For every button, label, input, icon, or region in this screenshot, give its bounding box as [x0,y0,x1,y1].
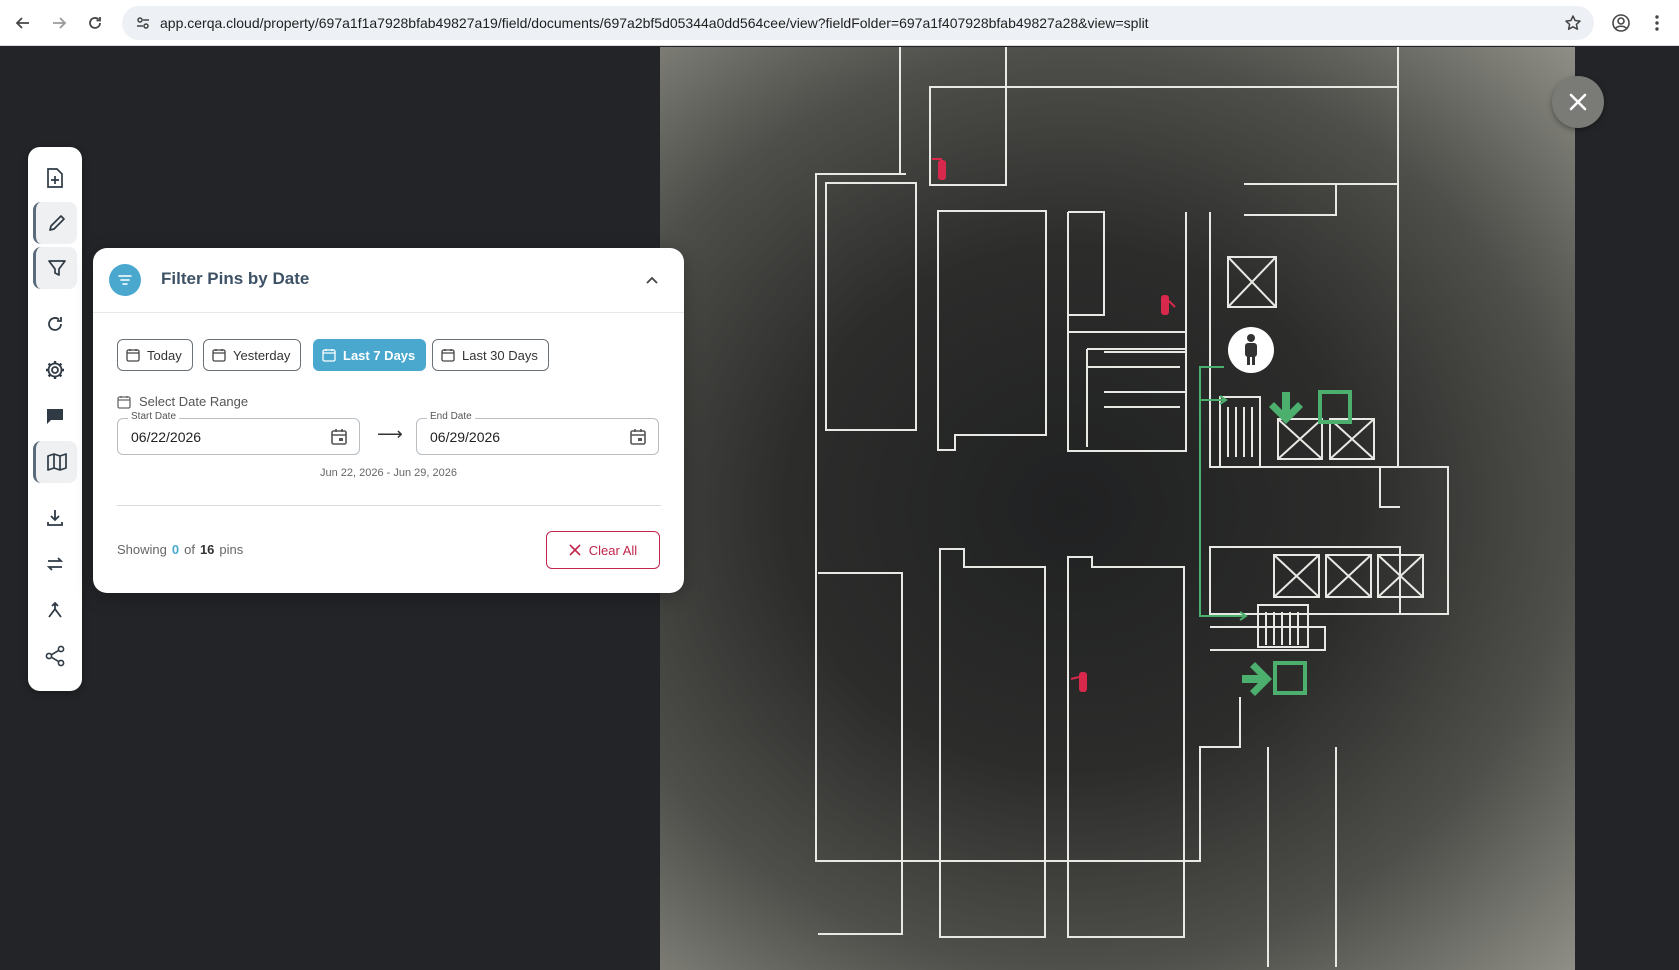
divider [117,505,661,506]
address-bar[interactable]: app.cerqa.cloud/property/697a1f1a7928bfa… [122,6,1594,40]
end-date-field[interactable]: End Date 06/29/2026 [416,411,659,455]
date-range-summary: Jun 22, 2026 - Jun 29, 2026 [320,467,457,479]
add-document-icon[interactable] [33,157,77,199]
panel-title: Filter Pins by Date [161,269,310,288]
filter-pins-panel: Filter Pins by Date Today Yesterday Last… [93,248,684,593]
close-icon [569,544,581,556]
comment-icon[interactable] [33,395,77,437]
filter-lines-icon [109,264,141,296]
filter-icon[interactable] [33,247,77,289]
bookmark-star-icon[interactable] [1556,6,1590,40]
browser-chrome: app.cerqa.cloud/property/697a1f1a7928bfa… [0,0,1679,46]
preset-label: Last 7 Days [343,347,416,363]
refresh-icon[interactable] [33,303,77,345]
clear-all-label: Clear All [588,542,638,558]
start-date-field[interactable]: Start Date 06/22/2026 [117,411,360,455]
forward-icon[interactable] [46,10,72,36]
date-range-label: Select Date Range [139,394,249,409]
browser-menu-icon[interactable] [1644,10,1670,36]
calendar-icon [117,395,131,409]
calendar-picker-icon[interactable] [328,426,350,448]
showing-text: Showing [117,542,167,557]
back-icon[interactable] [10,10,36,36]
end-date-value[interactable]: 06/29/2026 [430,429,500,445]
download-icon[interactable] [33,497,77,539]
reload-icon[interactable] [82,10,108,36]
calendar-icon [441,348,455,362]
swap-icon[interactable] [33,543,77,585]
start-date-label: Start Date [128,411,180,422]
pins-text: pins [219,542,244,557]
pin-count: Showing 0 of 16 pins [117,542,243,557]
floor-plan-image[interactable] [660,47,1575,970]
share-icon[interactable] [33,635,77,677]
calendar-icon [126,348,140,362]
preset-label: Yesterday [233,347,291,363]
calendar-picker-icon[interactable] [627,426,649,448]
pencil-icon[interactable] [33,202,77,244]
calendar-icon [322,348,336,362]
site-settings-icon[interactable] [126,6,160,40]
close-viewer-button[interactable] [1552,76,1604,128]
total-count: 16 [199,542,215,557]
shown-count: 0 [171,542,180,557]
preset-label: Today [147,347,182,363]
clear-all-button[interactable]: Clear All [546,531,660,569]
left-toolbar [28,147,82,691]
end-date-label: End Date [427,411,475,422]
gear-icon[interactable] [33,349,77,391]
of-text: of [184,542,195,557]
preset-yesterday-button[interactable]: Yesterday [203,339,302,371]
calendar-icon [212,348,226,362]
date-range-heading: Select Date Range [117,394,248,409]
profile-icon[interactable] [1608,10,1634,36]
merge-icon[interactable] [33,589,77,631]
preset-label: Last 30 Days [462,347,538,363]
arrow-right-icon: ⟶ [377,424,403,444]
preset-today-button[interactable]: Today [117,339,193,371]
preset-last-7-days-button[interactable]: Last 7 Days [313,339,427,371]
chevron-up-icon[interactable] [640,268,664,292]
url-text[interactable]: app.cerqa.cloud/property/697a1f1a7928bfa… [160,15,1556,31]
start-date-value[interactable]: 06/22/2026 [131,429,201,445]
document-viewer: Filter Pins by Date Today Yesterday Last… [0,47,1679,970]
preset-last-30-days-button[interactable]: Last 30 Days [432,339,549,371]
map-icon[interactable] [33,441,77,483]
panel-header[interactable]: Filter Pins by Date [93,248,684,313]
